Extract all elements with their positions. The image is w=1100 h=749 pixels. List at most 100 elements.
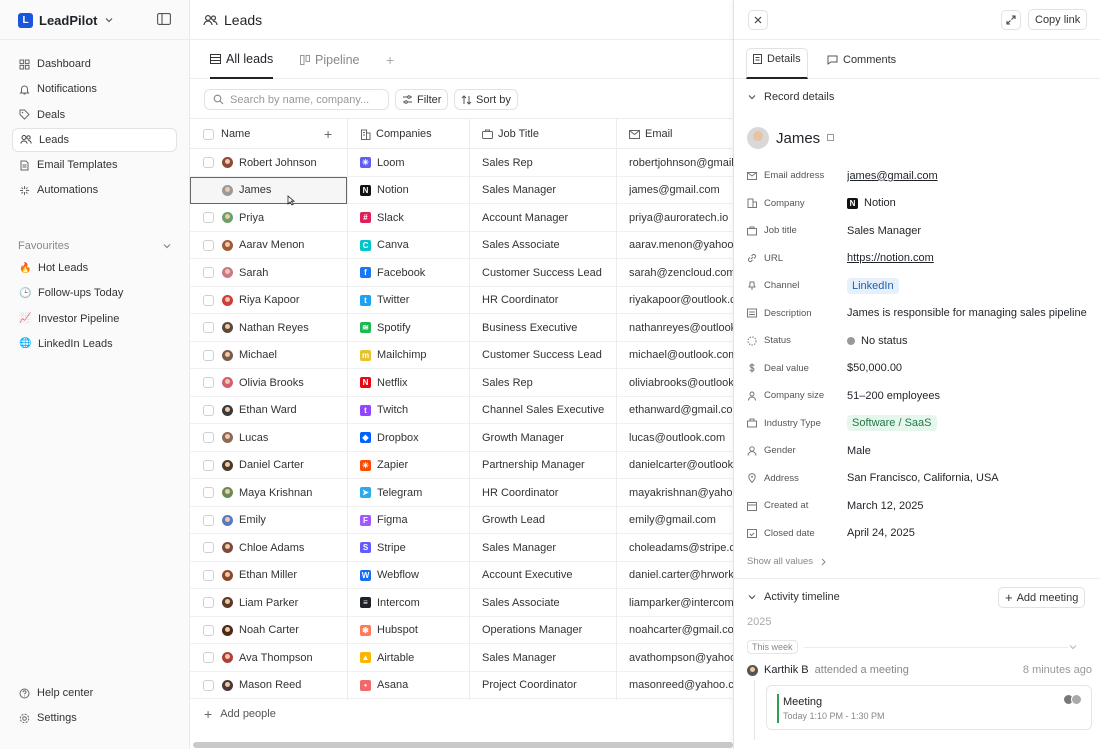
table-row[interactable]: Sarah f Facebook Customer Success Lead s… bbox=[190, 259, 733, 287]
table-row[interactable]: Liam Parker ≡ Intercom Sales Associate l… bbox=[190, 589, 733, 617]
tab-comments[interactable]: Comments bbox=[821, 48, 902, 71]
cell-email[interactable]: masonreed@yahoo.com bbox=[629, 672, 733, 699]
cell-name[interactable]: Sarah bbox=[190, 259, 347, 286]
favourites-header[interactable]: Favourites bbox=[18, 240, 172, 252]
cell-company[interactable]: ➤ Telegram bbox=[360, 479, 465, 506]
cell-name[interactable]: Chloe Adams bbox=[190, 534, 347, 561]
cell-email[interactable]: liamparker@intercom.com bbox=[629, 589, 733, 616]
cell-job-title[interactable]: Sales Manager bbox=[482, 177, 612, 204]
cell-email[interactable]: noahcarter@gmail.com bbox=[629, 617, 733, 644]
cell-email[interactable]: daniel.carter@hrworks.io bbox=[629, 562, 733, 589]
cell-job-title[interactable]: Account Manager bbox=[482, 204, 612, 231]
cell-company[interactable]: ◆ Dropbox bbox=[360, 424, 465, 451]
field-industry-type[interactable]: Industry Type Software / SaaS bbox=[747, 410, 1092, 438]
field-value[interactable]: James is responsible for managing sales … bbox=[847, 307, 1087, 319]
tab-pipeline[interactable]: Pipeline bbox=[300, 40, 359, 79]
cell-name[interactable]: Lucas bbox=[190, 424, 347, 451]
cell-name[interactable]: Michael bbox=[190, 342, 347, 369]
column-header-companies[interactable]: Companies bbox=[360, 119, 432, 149]
add-view-button[interactable]: + bbox=[386, 40, 394, 79]
table-row[interactable]: Nathan Reyes ≋ Spotify Business Executiv… bbox=[190, 314, 733, 342]
nav-item-leads[interactable]: Leads bbox=[12, 127, 177, 152]
record-details-toggle[interactable]: Record details bbox=[747, 91, 834, 103]
cell-job-title[interactable]: Sales Manager bbox=[482, 534, 612, 561]
cell-job-title[interactable]: Sales Rep bbox=[482, 149, 612, 176]
cell-company[interactable]: ✱ Hubspot bbox=[360, 617, 465, 644]
cell-name[interactable]: Daniel Carter bbox=[190, 452, 347, 479]
cell-name[interactable]: Ava Thompson bbox=[190, 644, 347, 671]
fav-item-follow-ups[interactable]: 🕒 Follow-ups Today bbox=[12, 281, 177, 305]
table-row[interactable]: Maya Krishnan ➤ Telegram HR Coordinator … bbox=[190, 479, 733, 507]
cell-company[interactable]: ▲ Airtable bbox=[360, 644, 465, 671]
field-value[interactable]: No status bbox=[847, 335, 1087, 347]
cell-email[interactable]: nathanreyes@outlook.com bbox=[629, 314, 733, 341]
cell-email[interactable]: danielcarter@outlook.com bbox=[629, 452, 733, 479]
copy-link-button[interactable]: Copy link bbox=[1028, 9, 1088, 30]
table-row[interactable]: Mason Reed • Asana Project Coordinator m… bbox=[190, 672, 733, 699]
cell-job-title[interactable]: Operations Manager bbox=[482, 617, 612, 644]
add-column-button[interactable]: + bbox=[324, 119, 332, 149]
cell-job-title[interactable]: Sales Rep bbox=[482, 369, 612, 396]
cell-name[interactable]: Riya Kapoor bbox=[190, 287, 347, 314]
cell-email[interactable]: choleadams@stripe.com bbox=[629, 534, 733, 561]
table-row[interactable]: Chloe Adams S Stripe Sales Manager chole… bbox=[190, 534, 733, 562]
cell-job-title[interactable]: Sales Associate bbox=[482, 589, 612, 616]
field-value[interactable]: San Francisco, California, USA bbox=[847, 472, 1087, 484]
field-status[interactable]: Status No status bbox=[747, 327, 1092, 355]
cell-email[interactable]: michael@outlook.com bbox=[629, 342, 733, 369]
table-row[interactable]: Lucas ◆ Dropbox Growth Manager lucas@out… bbox=[190, 424, 733, 452]
table-row[interactable]: Daniel Carter ✳ Zapier Partnership Manag… bbox=[190, 452, 733, 479]
cell-job-title[interactable]: Business Executive bbox=[482, 314, 612, 341]
sort-button[interactable]: Sort by bbox=[454, 89, 518, 110]
cell-job-title[interactable]: Project Coordinator bbox=[482, 672, 612, 699]
cell-company[interactable]: ≡ Intercom bbox=[360, 589, 465, 616]
table-row[interactable]: Riya Kapoor t Twitter HR Coordinator riy… bbox=[190, 287, 733, 314]
cell-email[interactable]: avathompson@yahoo.com bbox=[629, 644, 733, 671]
column-header-email[interactable]: Email bbox=[629, 119, 673, 149]
cell-name[interactable]: James bbox=[190, 176, 347, 204]
cell-name[interactable]: Noah Carter bbox=[190, 617, 347, 644]
cell-email[interactable]: sarah@zencloud.com bbox=[629, 259, 733, 286]
fav-item-linkedin-leads[interactable]: 🌐 LinkedIn Leads bbox=[12, 332, 177, 356]
cell-email[interactable]: ethanward@gmail.com bbox=[629, 397, 733, 424]
cell-job-title[interactable]: Sales Associate bbox=[482, 232, 612, 259]
cell-job-title[interactable]: Sales Manager bbox=[482, 644, 612, 671]
search-input[interactable] bbox=[230, 93, 380, 106]
cell-email[interactable]: oliviabrooks@outlook.com bbox=[629, 369, 733, 396]
field-address[interactable]: Address San Francisco, California, USA bbox=[747, 465, 1092, 493]
cell-email[interactable]: priya@auroratech.io bbox=[629, 204, 733, 231]
table-row[interactable]: Robert Johnson ✳ Loom Sales Rep robertjo… bbox=[190, 149, 733, 177]
nav-item-automations[interactable]: Automations bbox=[12, 178, 177, 202]
meeting-card[interactable]: Meeting Today 1:10 PM - 1:30 PM bbox=[766, 685, 1092, 730]
cell-company[interactable]: t Twitch bbox=[360, 397, 465, 424]
cell-company[interactable]: • Asana bbox=[360, 672, 465, 699]
field-value[interactable]: March 12, 2025 bbox=[847, 500, 1087, 512]
tab-all-leads[interactable]: All leads bbox=[210, 40, 274, 79]
table-row[interactable]: Ethan Miller W Webflow Account Executive… bbox=[190, 562, 733, 589]
sidebar-toggle-button[interactable] bbox=[157, 13, 171, 25]
cell-company[interactable]: F Figma bbox=[360, 507, 465, 534]
cell-job-title[interactable]: Account Executive bbox=[482, 562, 612, 589]
field-value[interactable]: April 24, 2025 bbox=[847, 527, 1087, 539]
nav-item-help-center[interactable]: Help center bbox=[12, 681, 177, 705]
cell-company[interactable]: S Stripe bbox=[360, 534, 465, 561]
cell-name[interactable]: Ethan Miller bbox=[190, 562, 347, 589]
field-channel[interactable]: Channel LinkedIn bbox=[747, 272, 1092, 300]
nav-item-deals[interactable]: Deals bbox=[12, 103, 177, 127]
cell-company[interactable]: ✳ Zapier bbox=[360, 452, 465, 479]
close-button[interactable] bbox=[748, 10, 768, 30]
cell-job-title[interactable]: Partnership Manager bbox=[482, 452, 612, 479]
cell-name[interactable]: Robert Johnson bbox=[190, 149, 347, 176]
field-value[interactable]: Male bbox=[847, 445, 1087, 457]
cell-company[interactable]: C Canva bbox=[360, 232, 465, 259]
fav-item-investor-pipeline[interactable]: 📈 Investor Pipeline bbox=[12, 307, 177, 331]
table-row[interactable]: Noah Carter ✱ Hubspot Operations Manager… bbox=[190, 617, 733, 644]
cell-company[interactable]: ✳ Loom bbox=[360, 149, 465, 176]
field-company-size[interactable]: Company size 51–200 employees bbox=[747, 382, 1092, 410]
table-row[interactable]: Olivia Brooks N Netflix Sales Rep olivia… bbox=[190, 369, 733, 397]
cell-company[interactable]: ≋ Spotify bbox=[360, 314, 465, 341]
column-header-name[interactable]: Name bbox=[221, 119, 331, 149]
cell-email[interactable]: aarav.menon@yahoo.com bbox=[629, 232, 733, 259]
field-email-address[interactable]: Email address james@gmail.com bbox=[747, 162, 1092, 190]
cell-email[interactable]: james@gmail.com bbox=[629, 177, 733, 204]
